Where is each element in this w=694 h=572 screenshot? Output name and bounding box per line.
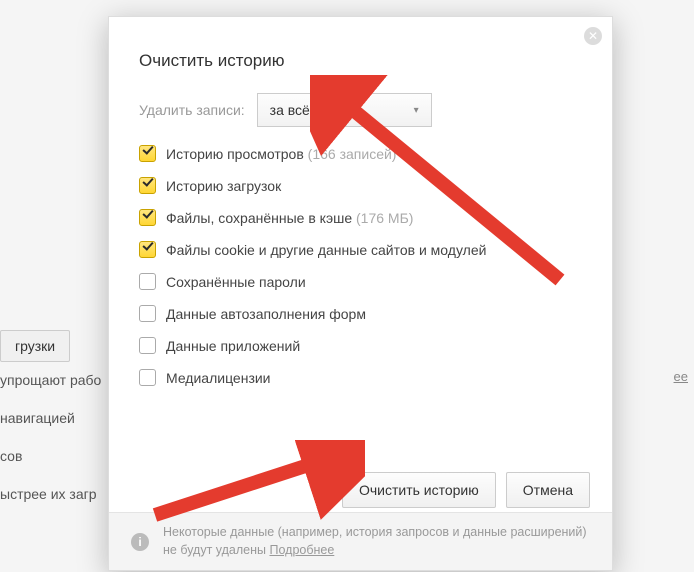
checkbox-row-1[interactable]: Историю загрузок (139, 177, 579, 194)
checkbox-1[interactable] (139, 177, 156, 194)
chevron-down-icon: ▾ (414, 105, 419, 116)
checkbox-3[interactable] (139, 241, 156, 258)
bg-text-frag3: сов (0, 448, 22, 464)
checkbox-row-2[interactable]: Файлы, сохранённые в кэше (176 МБ) (139, 209, 579, 226)
checkbox-4[interactable] (139, 273, 156, 290)
time-range-label: Удалить записи: (139, 102, 245, 118)
checkbox-row-7[interactable]: Медиалицензии (139, 369, 579, 386)
checkbox-row-0[interactable]: Историю просмотров (166 записей) (139, 145, 579, 162)
clear-history-dialog: ✕ Очистить историю Удалить записи: за вс… (108, 16, 613, 571)
dialog-title: Очистить историю (139, 51, 284, 71)
close-icon[interactable]: ✕ (584, 27, 602, 45)
bg-text-frag2: навигацией (0, 410, 75, 426)
checkbox-label-1: Историю загрузок (166, 178, 281, 194)
footer-note: Некоторые данные (например, история запр… (163, 525, 587, 557)
checkbox-row-6[interactable]: Данные приложений (139, 337, 579, 354)
dialog-actions: Очистить историю Отмена (109, 472, 612, 508)
checkbox-list: Историю просмотров (166 записей) Историю … (139, 145, 579, 401)
checkbox-sublabel-0: (166 записей) (304, 146, 397, 162)
checkbox-label-6: Данные приложений (166, 338, 300, 354)
checkbox-row-4[interactable]: Сохранённые пароли (139, 273, 579, 290)
bg-text-frag1: упрощают рабо (0, 372, 101, 388)
checkbox-row-3[interactable]: Файлы cookie и другие данные сайтов и мо… (139, 241, 579, 258)
clear-history-button[interactable]: Очистить историю (342, 472, 496, 508)
info-icon: i (131, 533, 149, 551)
cancel-button[interactable]: Отмена (506, 472, 590, 508)
checkbox-0[interactable] (139, 145, 156, 162)
checkbox-label-7: Медиалицензии (166, 370, 271, 386)
checkbox-label-5: Данные автозаполнения форм (166, 306, 366, 322)
checkbox-label-0: Историю просмотров (166 записей) (166, 146, 396, 162)
footer-more-link[interactable]: Подробнее (269, 543, 334, 557)
bg-text-frag4: ыстрее их загр (0, 486, 97, 502)
time-range-value: за всё время (270, 102, 354, 118)
checkbox-label-3: Файлы cookie и другие данные сайтов и мо… (166, 242, 486, 258)
bg-button-downloads[interactable]: грузки (0, 330, 70, 362)
footer-text: Некоторые данные (например, история запр… (163, 524, 590, 559)
checkbox-5[interactable] (139, 305, 156, 322)
checkbox-label-2: Файлы, сохранённые в кэше (176 МБ) (166, 210, 413, 226)
dialog-footer: i Некоторые данные (например, история за… (109, 512, 612, 570)
bg-link-more[interactable]: ее (674, 369, 688, 384)
time-range-select[interactable]: за всё время ▾ (257, 93, 432, 127)
checkbox-7[interactable] (139, 369, 156, 386)
time-range-row: Удалить записи: за всё время ▾ (139, 93, 432, 127)
checkbox-6[interactable] (139, 337, 156, 354)
checkbox-label-4: Сохранённые пароли (166, 274, 306, 290)
checkbox-sublabel-2: (176 МБ) (352, 210, 413, 226)
checkbox-row-5[interactable]: Данные автозаполнения форм (139, 305, 579, 322)
checkbox-2[interactable] (139, 209, 156, 226)
